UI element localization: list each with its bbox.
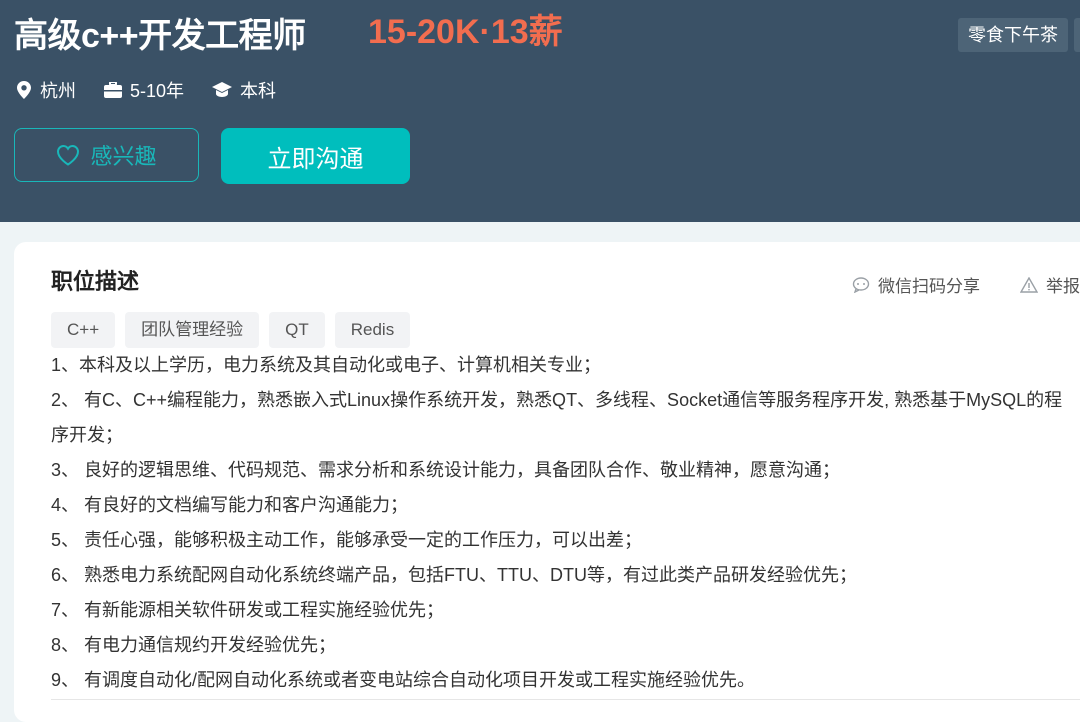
job-requirements: 1、本科及以上学历，电力系统及其自动化或电子、计算机相关专业； 2、 有C、C+… xyxy=(51,348,1076,698)
job-education: 本科 xyxy=(212,77,276,103)
briefcase-icon xyxy=(104,82,122,98)
experience-text: 5-10年 xyxy=(130,81,185,101)
job-title: 高级c++开发工程师 xyxy=(14,17,306,55)
requirement-line: 2、 有C、C++编程能力，熟悉嵌入式Linux操作系统开发，熟悉QT、多线程、… xyxy=(51,390,1063,445)
benefit-tag-overflow xyxy=(1074,18,1080,52)
share-label: 微信扫码分享 xyxy=(878,277,980,296)
section-title: 职位描述 xyxy=(51,269,140,294)
chat-label: 立即沟通 xyxy=(267,145,364,173)
warning-icon xyxy=(1020,276,1038,293)
requirement-line: 4、 有良好的文档编写能力和客户沟通能力； xyxy=(51,495,409,515)
skill-tags: C++ 团队管理经验 QT Redis xyxy=(51,312,420,348)
requirement-line: 9、 有调度自动化/配网自动化系统或者变电站综合自动化项目开发或工程实施经验优先… xyxy=(51,670,756,690)
requirement-line: 7、 有新能源相关软件研发或工程实施经验优先； xyxy=(51,600,445,620)
salary: 15-20K·13薪 xyxy=(368,13,563,51)
job-meta: 杭州 5-10年 本科 xyxy=(16,78,304,102)
benefit-tag: 零食下午茶 xyxy=(958,18,1068,52)
report-link[interactable]: 举报 xyxy=(1020,272,1080,297)
requirement-line: 1、本科及以上学历，电力系统及其自动化或电子、计算机相关专业； xyxy=(51,355,602,375)
interest-label: 感兴趣 xyxy=(90,144,157,169)
job-location: 杭州 xyxy=(16,77,76,103)
divider xyxy=(51,699,1080,700)
skill-tag: C++ xyxy=(51,312,116,348)
job-experience: 5-10年 xyxy=(104,77,184,103)
chat-bubble-icon xyxy=(852,276,870,293)
skill-tag: QT xyxy=(269,312,325,348)
heart-icon xyxy=(57,144,80,166)
wechat-share-link[interactable]: 微信扫码分享 xyxy=(852,272,980,297)
requirement-line: 8、 有电力通信规约开发经验优先； xyxy=(51,635,337,655)
job-header: 高级c++开发工程师 15-20K·13薪 零食下午茶 杭州 5-10年 本科 xyxy=(0,0,1080,222)
chat-now-button[interactable]: 立即沟通 xyxy=(221,128,410,184)
skill-tag: 团队管理经验 xyxy=(125,312,260,348)
education-text: 本科 xyxy=(240,81,277,101)
requirement-line: 5、 责任心强，能够积极主动工作，能够承受一定的工作压力，可以出差； xyxy=(51,530,643,550)
interest-button[interactable]: 感兴趣 xyxy=(14,128,199,182)
report-label: 举报 xyxy=(1046,277,1080,296)
requirement-line: 6、 熟悉电力系统配网自动化系统终端产品，包括FTU、TTU、DTU等，有过此类… xyxy=(51,565,857,585)
requirement-line: 3、 良好的逻辑思维、代码规范、需求分析和系统设计能力，具备团队合作、敬业精神，… xyxy=(51,460,841,480)
location-pin-icon xyxy=(17,81,31,99)
location-text: 杭州 xyxy=(40,81,76,101)
graduation-cap-icon xyxy=(212,82,233,97)
skill-tag: Redis xyxy=(334,312,411,348)
